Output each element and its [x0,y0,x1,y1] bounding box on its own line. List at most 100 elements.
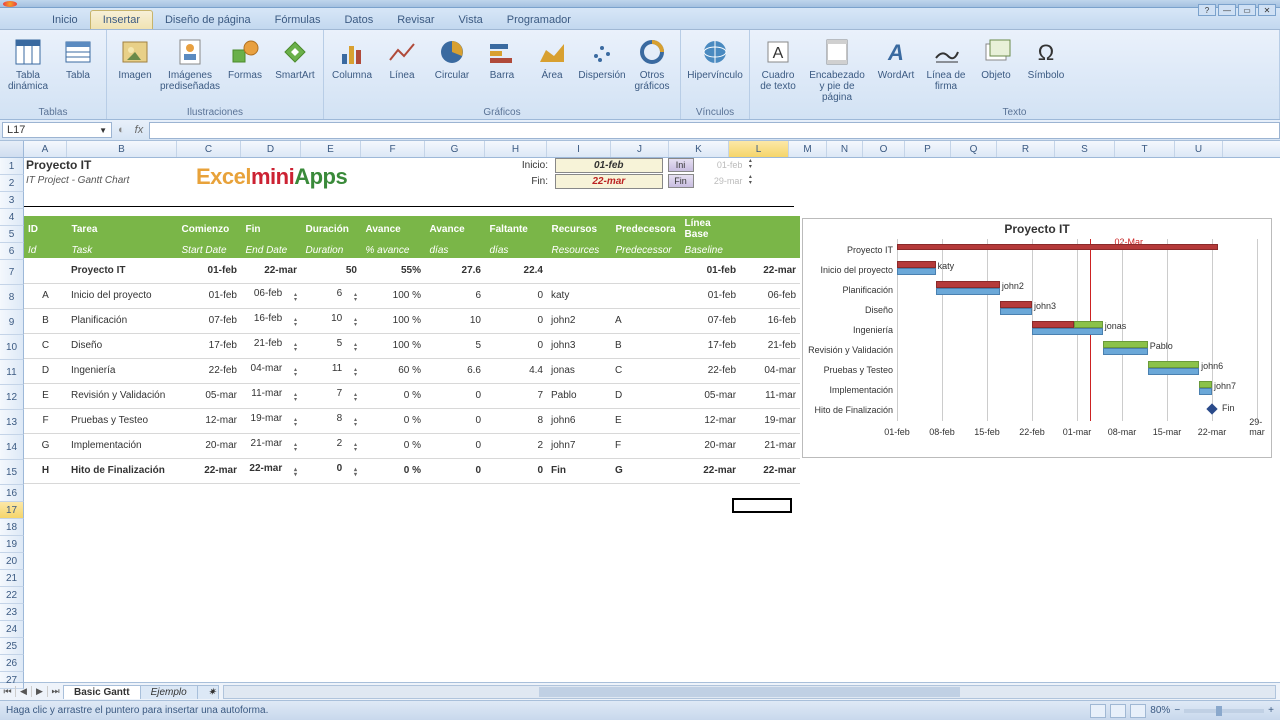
row-header-9[interactable]: 9 [0,310,24,335]
sheet-nav-first[interactable]: ⏮ [0,686,16,697]
table-row[interactable]: BPlanificación07-feb16-feb 10 100 %100jo… [24,308,800,333]
col-header-M[interactable]: M [789,141,827,157]
row-header-24[interactable]: 24 [0,621,24,638]
btn-imagen[interactable]: Imagen [111,34,159,83]
row-header-17[interactable]: 17 [0,502,24,519]
tab-datos[interactable]: Datos [332,11,385,29]
table-row[interactable]: ERevisión y Validación05-mar11-mar 7 0 %… [24,383,800,408]
sheet-tab-new[interactable]: ✷ [197,685,219,699]
btn-columna[interactable]: Columna [328,34,376,83]
row-header-1[interactable]: 1 [0,158,24,175]
zoom-out-icon[interactable]: − [1174,705,1180,716]
col-header-K[interactable]: K [669,141,729,157]
row-header-4[interactable]: 4 [0,209,24,226]
row-header-23[interactable]: 23 [0,604,24,621]
row-header-18[interactable]: 18 [0,519,24,536]
table-row[interactable]: HHito de Finalización22-mar22-mar 0 0 %0… [24,458,800,483]
table-row[interactable]: GImplementación20-mar21-mar 2 0 %02john7… [24,433,800,458]
tab-insertar[interactable]: Insertar [90,10,153,29]
btn-area[interactable]: Área [528,34,576,83]
col-header-T[interactable]: T [1115,141,1175,157]
office-button[interactable] [3,1,17,7]
row-header-22[interactable]: 22 [0,587,24,604]
name-box[interactable]: L17▼ [2,122,112,138]
col-header-P[interactable]: P [905,141,951,157]
col-header-E[interactable]: E [301,141,361,157]
col-header-I[interactable]: I [547,141,611,157]
row-header-20[interactable]: 20 [0,553,24,570]
horizontal-scrollbar[interactable] [223,685,1276,699]
gantt-chart[interactable]: Proyecto IT 02-Mar 01-feb08-feb15-feb22-… [802,218,1272,458]
row-header-11[interactable]: 11 [0,360,24,385]
end-date-input[interactable]: 22-mar [555,174,663,189]
view-layout-icon[interactable] [1110,704,1126,718]
row-header-25[interactable]: 25 [0,638,24,655]
col-header-U[interactable]: U [1175,141,1223,157]
zoom-in-icon[interactable]: + [1268,705,1274,716]
row-header-2[interactable]: 2 [0,175,24,192]
sheet-tab-ejemplo[interactable]: Ejemplo [140,685,198,699]
col-header-S[interactable]: S [1055,141,1115,157]
row-header-3[interactable]: 3 [0,192,24,209]
row-header-12[interactable]: 12 [0,385,24,410]
fin-button[interactable]: Fin [668,174,694,188]
col-header-L[interactable]: L [729,141,789,157]
row-header-15[interactable]: 15 [0,460,24,485]
row-header-21[interactable]: 21 [0,570,24,587]
maximize-icon[interactable]: ▭ [1238,4,1256,16]
tab-inicio[interactable]: Inicio [40,11,90,29]
row-header-10[interactable]: 10 [0,335,24,360]
row-header-16[interactable]: 16 [0,485,24,502]
col-header-C[interactable]: C [177,141,241,157]
btn-header-footer[interactable]: Encabezado y pie de página [804,34,870,105]
col-header-N[interactable]: N [827,141,863,157]
sheet-nav-next[interactable]: ▶ [32,686,48,697]
view-pagebreak-icon[interactable] [1130,704,1146,718]
tab-formulas[interactable]: Fórmulas [263,11,333,29]
select-all-corner[interactable] [0,141,24,157]
cells-area[interactable]: Proyecto IT IT Project - Gantt Chart Exc… [24,158,1280,682]
row-header-8[interactable]: 8 [0,285,24,310]
help-icon[interactable]: ? [1198,4,1216,16]
table-row[interactable]: FPruebas y Testeo12-mar19-mar 8 0 %08joh… [24,408,800,433]
start-spinner[interactable] [744,158,756,172]
col-header-F[interactable]: F [361,141,425,157]
sheet-nav-prev[interactable]: ◀ [16,686,32,697]
sheet-nav-last[interactable]: ⏭ [48,686,64,697]
start-date-input[interactable]: 01-feb [555,158,663,173]
col-header-A[interactable]: A [24,141,67,157]
btn-smartart[interactable]: SmartArt [271,34,319,83]
col-header-D[interactable]: D [241,141,301,157]
btn-barra[interactable]: Barra [478,34,526,83]
btn-linea[interactable]: Línea [378,34,426,83]
tab-diseno[interactable]: Diseño de página [153,11,263,29]
row-header-14[interactable]: 14 [0,435,24,460]
btn-otros-graficos[interactable]: Otros gráficos [628,34,676,94]
tab-vista[interactable]: Vista [447,11,495,29]
row-header-5[interactable]: 5 [0,226,24,243]
ini-button[interactable]: Ini [668,158,694,172]
col-header-R[interactable]: R [997,141,1055,157]
sheet-tab-basic-gantt[interactable]: Basic Gantt [63,685,141,699]
row-header-6[interactable]: 6 [0,243,24,260]
row-header-7[interactable]: 7 [0,260,24,285]
btn-wordart[interactable]: AWordArt [872,34,920,83]
minimize-icon[interactable]: — [1218,4,1236,16]
btn-hipervinculo[interactable]: Hipervínculo [685,34,745,83]
col-header-J[interactable]: J [611,141,669,157]
table-row[interactable]: DIngeniería22-feb04-mar 11 60 %6.64.4jon… [24,358,800,383]
btn-clipart[interactable]: Imágenes prediseñadas [161,34,219,94]
row-header-13[interactable]: 13 [0,410,24,435]
row-header-19[interactable]: 19 [0,536,24,553]
col-header-O[interactable]: O [863,141,905,157]
col-header-G[interactable]: G [425,141,485,157]
btn-table[interactable]: Tabla [54,34,102,83]
row-header-26[interactable]: 26 [0,655,24,672]
formula-input[interactable] [149,122,1280,139]
col-header-Q[interactable]: Q [951,141,997,157]
table-row[interactable]: AInicio del proyecto01-feb06-feb 6 100 %… [24,283,800,308]
close-icon[interactable]: ✕ [1258,4,1276,16]
tab-programador[interactable]: Programador [495,11,583,29]
view-normal-icon[interactable] [1090,704,1106,718]
tab-revisar[interactable]: Revisar [385,11,446,29]
